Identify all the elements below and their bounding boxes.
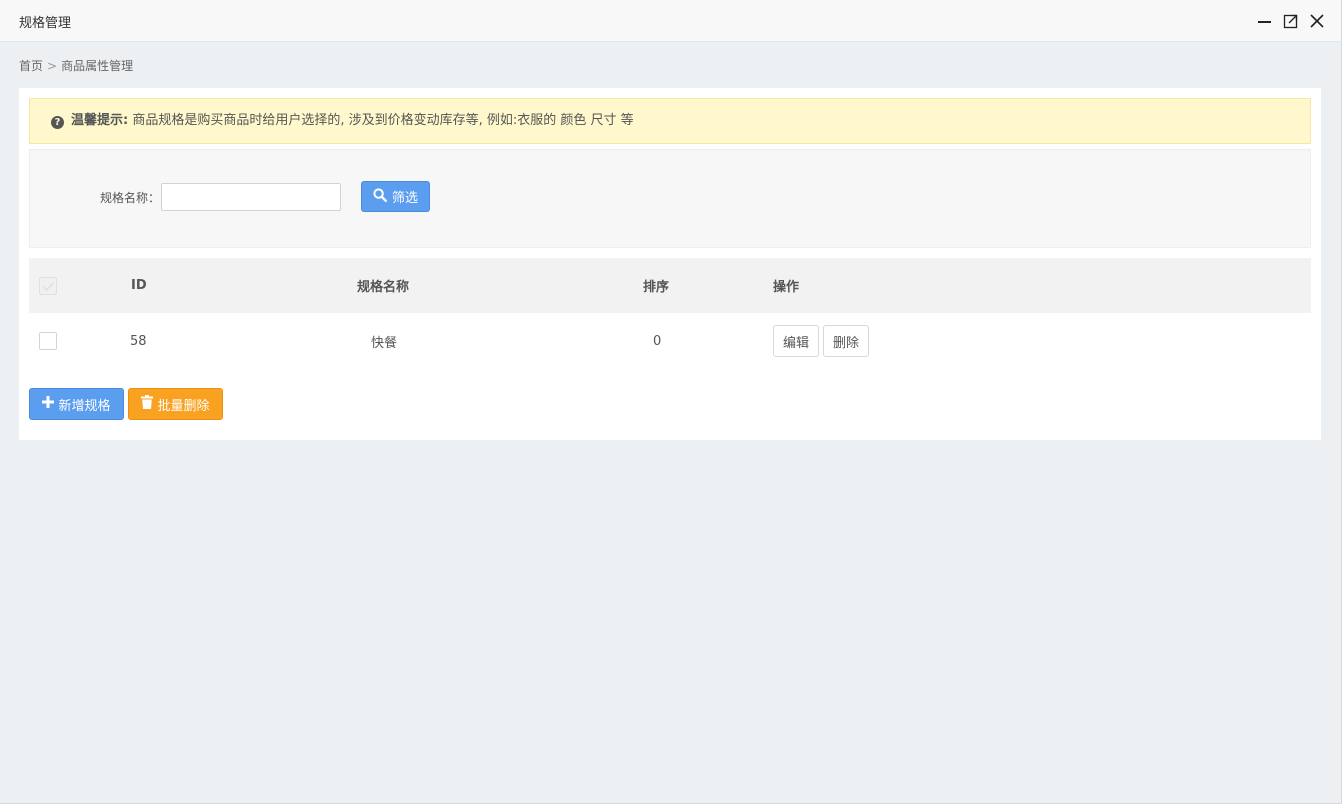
row-checkbox[interactable] [39, 332, 57, 350]
delete-button[interactable]: 删除 [823, 325, 870, 357]
row-id: 58 [130, 333, 147, 349]
trash-icon [141, 395, 154, 413]
column-header-id: ID [131, 278, 147, 293]
breadcrumb-home[interactable]: 首页 [19, 59, 43, 73]
question-circle-icon: ? [51, 116, 64, 129]
add-spec-button[interactable]: 新增规格 [29, 388, 124, 420]
row-sort: 0 [653, 333, 662, 349]
spec-name-input[interactable] [161, 183, 341, 211]
bottom-actions: 新增规格 批量删除 [29, 388, 223, 420]
search-icon [373, 187, 387, 206]
close-icon[interactable] [1308, 12, 1326, 30]
plus-icon [42, 396, 55, 412]
select-all-cell [39, 258, 57, 313]
column-header-sort: 排序 [643, 280, 670, 295]
window-titlebar: 规格管理 [0, 0, 1341, 42]
table-row: 58 快餐 0 编辑 删除 [29, 313, 1311, 369]
tip-banner: ? 温馨提示: 商品规格是购买商品时给用户选择的, 涉及到价格变动库存等, 例如:… [29, 98, 1311, 144]
breadcrumb: 首页 > 商品属性管理 [19, 57, 133, 74]
minimize-icon[interactable] [1256, 12, 1274, 30]
row-select-cell [39, 313, 57, 369]
select-all-checkbox[interactable] [39, 276, 57, 295]
column-header-actions: 操作 [773, 280, 800, 295]
batch-delete-button[interactable]: 批量删除 [128, 388, 223, 420]
tip-text: 商品规格是购买商品时给用户选择的, 涉及到价格变动库存等, 例如:衣服的 颜色 … [132, 113, 634, 128]
add-spec-label: 新增规格 [58, 398, 111, 414]
batch-delete-label: 批量删除 [157, 398, 210, 414]
window-title: 规格管理 [19, 16, 72, 31]
spec-name-label: 规格名称： [100, 191, 161, 205]
column-header-spec-name: 规格名称 [357, 280, 410, 295]
filter-section: 规格名称： 筛选 [29, 149, 1311, 248]
maximize-icon[interactable] [1282, 12, 1300, 30]
filter-button[interactable]: 筛选 [361, 181, 430, 212]
edit-button[interactable]: 编辑 [773, 325, 820, 357]
filter-button-label: 筛选 [391, 191, 418, 206]
row-actions: 编辑 删除 [773, 313, 873, 369]
row-spec-name: 快餐 [371, 335, 398, 351]
breadcrumb-current: 商品属性管理 [61, 59, 134, 73]
content-panel: ? 温馨提示: 商品规格是购买商品时给用户选择的, 涉及到价格变动库存等, 例如:… [19, 88, 1321, 440]
table-header: ID 规格名称 排序 操作 [29, 258, 1311, 313]
breadcrumb-separator: > [47, 59, 58, 73]
tip-label: 温馨提示: [71, 113, 129, 128]
